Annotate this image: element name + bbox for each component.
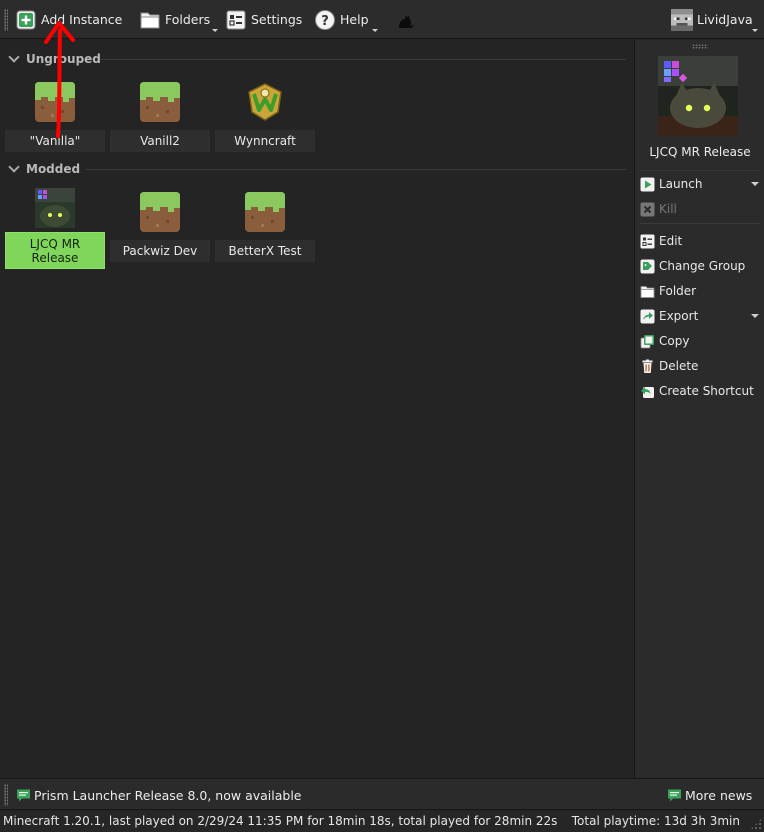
- account-name: LividJava: [697, 12, 753, 27]
- group-name: Ungrouped: [26, 52, 101, 66]
- edit-button[interactable]: Edit: [640, 231, 762, 251]
- create-shortcut-button[interactable]: Create Shortcut: [640, 381, 762, 401]
- change-group-label: Change Group: [659, 259, 746, 273]
- folders-button[interactable]: Folders: [139, 6, 210, 33]
- export-icon: [640, 309, 655, 324]
- play-icon: [640, 177, 655, 192]
- black-cat-icon: [394, 9, 416, 31]
- settings-label: Settings: [251, 12, 303, 27]
- kill-button[interactable]: Kill: [640, 199, 762, 219]
- group-header-modded[interactable]: Modded: [8, 160, 80, 178]
- instance-label: "Vanilla": [5, 130, 105, 152]
- account-avatar-icon: [671, 8, 693, 31]
- export-button[interactable]: Export: [640, 306, 762, 326]
- export-menu-arrow[interactable]: [751, 314, 759, 318]
- toolbar-grip[interactable]: [4, 9, 8, 31]
- account-button[interactable]: LividJava: [671, 6, 753, 33]
- news-headline: Prism Launcher Release 8.0, now availabl…: [34, 787, 302, 803]
- total-playtime-text: Total playtime: 13d 3h 3min: [571, 814, 740, 828]
- launch-button[interactable]: Launch: [640, 174, 762, 194]
- edit-icon: [640, 234, 655, 249]
- instance-label: Vanill2: [110, 130, 210, 152]
- news-speech-bubble-icon: [667, 788, 682, 803]
- svg-text:?: ?: [321, 14, 329, 29]
- news-speech-bubble-icon: [16, 788, 31, 803]
- instance-label: Wynncraft: [215, 130, 315, 152]
- instance-preview-image[interactable]: [658, 56, 738, 136]
- group-name: Modded: [26, 162, 81, 176]
- group-header-ungrouped[interactable]: Ungrouped: [8, 50, 101, 68]
- instance-status-text: Minecraft 1.20.1, last played on 2/29/24…: [3, 814, 558, 828]
- news-toolbar: Prism Launcher Release 8.0, now availabl…: [0, 778, 764, 810]
- sidebar-separator: [640, 170, 760, 171]
- instance-label: LJCQ MR Release: [5, 232, 105, 269]
- settings-button[interactable]: Settings: [225, 6, 302, 33]
- help-menu-arrow[interactable]: [372, 29, 378, 32]
- cat-photo-icon: [35, 188, 75, 228]
- folder-icon: [640, 284, 655, 299]
- folder-label: Folder: [659, 284, 697, 298]
- grass-block-icon: [245, 192, 285, 232]
- tag-icon: [640, 259, 655, 274]
- help-button[interactable]: ? Help: [314, 6, 369, 33]
- more-news-button[interactable]: More news: [667, 786, 752, 804]
- trash-icon: [640, 359, 655, 374]
- delete-button[interactable]: Delete: [640, 356, 762, 376]
- main-toolbar: Add Instance Folders Settings ? Help Liv…: [0, 0, 764, 39]
- change-group-button[interactable]: Change Group: [640, 256, 762, 276]
- edit-label: Edit: [659, 234, 683, 248]
- kill-icon: [640, 202, 655, 217]
- help-label: Help: [340, 12, 369, 27]
- add-instance-button[interactable]: Add Instance: [15, 6, 122, 33]
- copy-icon: [640, 334, 655, 349]
- instance-sidebar: LJCQ MR Release Launch Kill Edit Change …: [634, 40, 764, 778]
- grass-block-icon: [35, 82, 75, 122]
- collapse-chevron-icon: [8, 161, 20, 173]
- launch-menu-arrow[interactable]: [751, 182, 759, 186]
- copy-button[interactable]: Copy: [640, 331, 762, 351]
- shortcut-icon: [640, 384, 655, 399]
- create-shortcut-label: Create Shortcut: [659, 384, 754, 398]
- status-bar: Minecraft 1.20.1, last played on 2/29/24…: [0, 811, 764, 832]
- grass-block-icon: [140, 82, 180, 122]
- grass-block-icon: [140, 192, 180, 232]
- news-toolbar-grip[interactable]: [4, 784, 8, 806]
- account-menu-arrow[interactable]: [752, 29, 758, 32]
- add-instance-icon: [15, 9, 37, 31]
- folders-label: Folders: [165, 12, 211, 27]
- cat-toggle-button[interactable]: [394, 6, 416, 33]
- instance-label: BetterX Test: [215, 240, 315, 262]
- instance-label: Packwiz Dev: [110, 240, 210, 262]
- help-icon: ?: [314, 9, 336, 31]
- wynncraft-logo-icon: [245, 82, 285, 122]
- more-news-label: More news: [685, 787, 753, 803]
- sidebar-separator: [640, 223, 760, 224]
- settings-icon: [225, 9, 247, 31]
- news-headline-button[interactable]: Prism Launcher Release 8.0, now availabl…: [16, 786, 302, 804]
- folders-menu-arrow[interactable]: [212, 29, 218, 32]
- group-divider: [100, 59, 626, 60]
- sidebar-grip[interactable]: [692, 44, 708, 49]
- collapse-chevron-icon: [8, 51, 20, 63]
- export-label: Export: [659, 309, 699, 323]
- sidebar-instance-name[interactable]: LJCQ MR Release: [635, 145, 764, 159]
- copy-label: Copy: [659, 334, 690, 348]
- folder-button[interactable]: Folder: [640, 281, 762, 301]
- launch-label: Launch: [659, 177, 703, 191]
- kill-label: Kill: [659, 202, 677, 216]
- folder-icon: [139, 9, 161, 31]
- group-divider: [86, 169, 626, 170]
- window-resize-grip[interactable]: [750, 818, 762, 830]
- instance-view: Ungrouped "Vanilla" Vanill2 Wynncraft Mo…: [0, 40, 634, 778]
- delete-label: Delete: [659, 359, 699, 373]
- add-instance-label: Add Instance: [41, 12, 123, 27]
